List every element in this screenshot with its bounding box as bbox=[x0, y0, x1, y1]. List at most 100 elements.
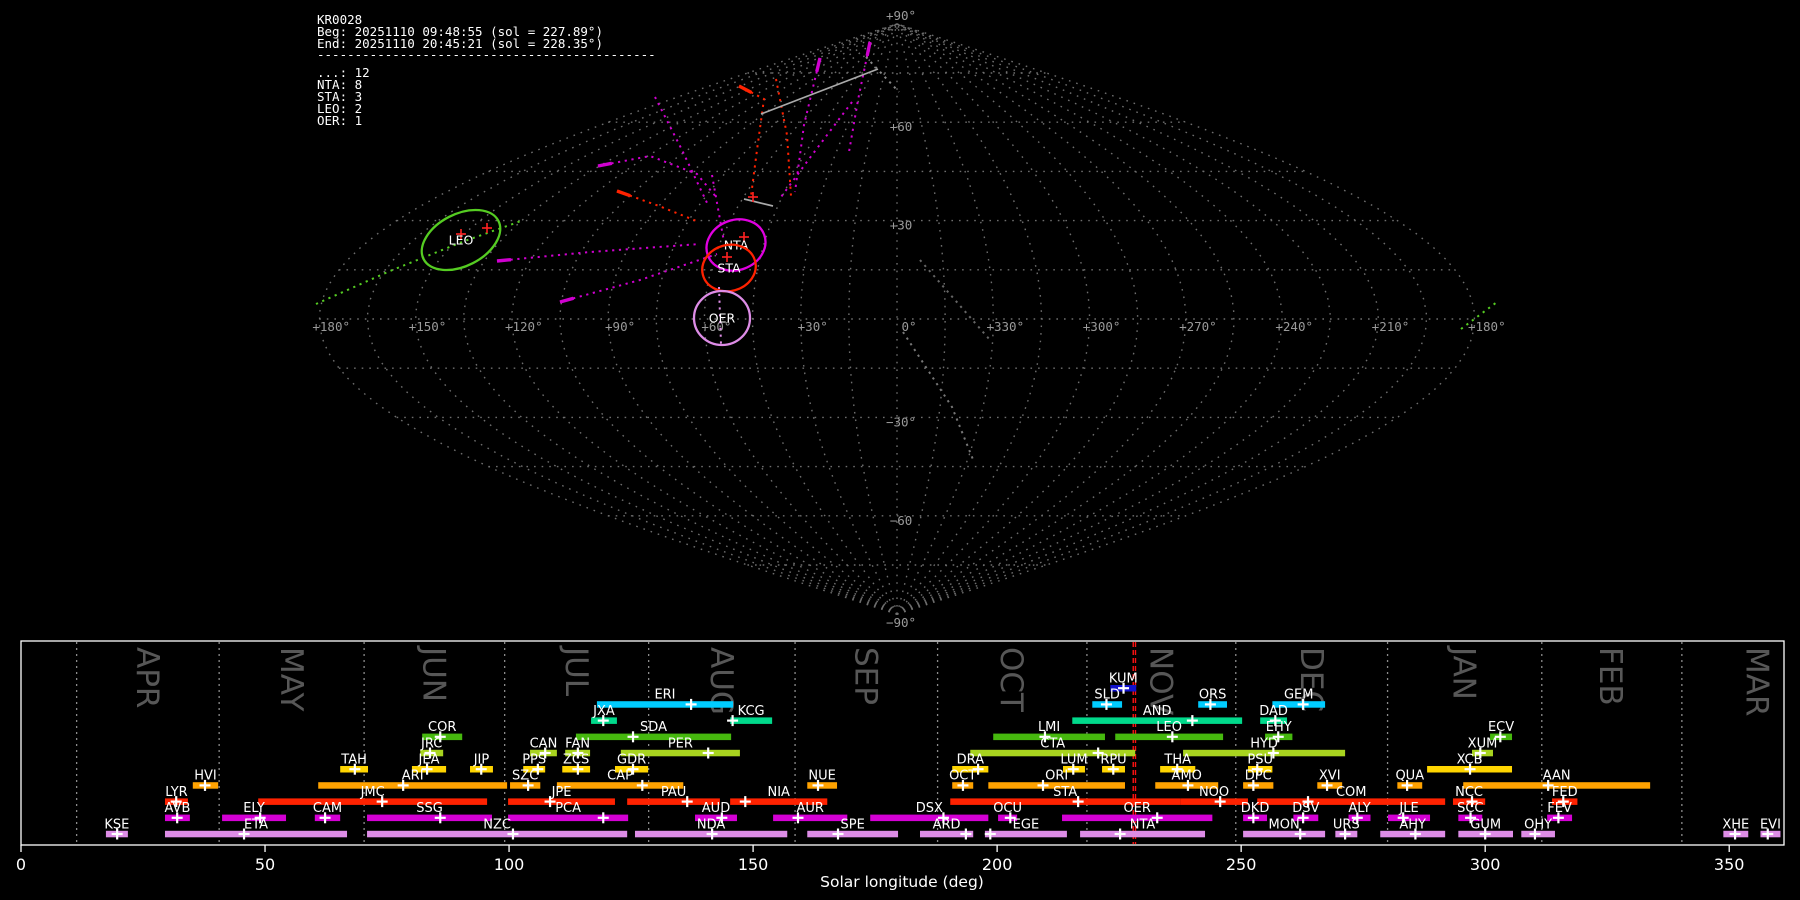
radiant-cross-mark bbox=[482, 223, 492, 233]
peak-marker bbox=[685, 698, 697, 710]
month-label-jul: JUL bbox=[558, 645, 594, 697]
shower-code-label: ARD bbox=[933, 817, 961, 832]
meteor-trail bbox=[559, 253, 718, 303]
shower-code-label: KCG bbox=[738, 704, 765, 719]
latitude-label: −60 bbox=[890, 513, 913, 528]
month-label-jan: JAN bbox=[1446, 645, 1482, 700]
meteor-trail bbox=[902, 331, 975, 463]
shower-code-label: DRA bbox=[957, 753, 985, 768]
radiant-label-leo: LEO bbox=[449, 233, 474, 248]
meteor-radiant-report: +90° +60 +30 −30° −60 −90° +180° +150° +120° +90°… bbox=[0, 0, 1800, 900]
month-label-apr: APR bbox=[129, 647, 165, 708]
shower-activity-xhe: XHE bbox=[1722, 817, 1749, 840]
meteor-trail-head bbox=[559, 296, 574, 304]
scene-canvas: +90° +60 +30 −30° −60 −90° +180° +150° +120° +90°… bbox=[16, 8, 1785, 891]
shower-code-label: CAM bbox=[313, 801, 342, 816]
shower-code-label: AUD bbox=[702, 801, 730, 816]
shower-code-label: SZC bbox=[512, 769, 538, 784]
shower-activity-hvi: HVI bbox=[192, 769, 219, 791]
shower-code-label: ORI bbox=[1045, 769, 1068, 784]
shower-activity-sld: SLD bbox=[1092, 688, 1123, 710]
shower-code-label: SPE bbox=[840, 817, 864, 832]
shower-code-label: COR bbox=[428, 720, 456, 735]
month-label-may: MAY bbox=[273, 647, 309, 712]
shower-code-label: FED bbox=[1552, 785, 1578, 800]
shower-code-label: JPE bbox=[551, 785, 572, 800]
shower-code-label: QUA bbox=[1395, 769, 1424, 784]
ra-label: +210° bbox=[1372, 319, 1410, 334]
shower-code-label: NOO bbox=[1199, 785, 1229, 800]
x-tick-label: 100 bbox=[494, 855, 525, 874]
shower-code-label: EVI bbox=[1760, 817, 1781, 832]
meteor-trail-head bbox=[496, 257, 512, 263]
shower-activity-zcs: ZCS bbox=[562, 753, 591, 775]
shower-code-label: ETA bbox=[244, 817, 268, 832]
month-label-feb: FEB bbox=[1592, 647, 1628, 706]
ra-label: +330° bbox=[986, 319, 1024, 334]
meteor-trail-head bbox=[616, 189, 631, 198]
shower-code-label: NTA bbox=[1130, 817, 1156, 832]
shower-code-label: OER bbox=[1123, 801, 1150, 816]
sky-map: +90° +60 +30 −30° −60 −90° +180° +150° +120° +90°… bbox=[312, 8, 1505, 630]
shower-activity-jip: JIP bbox=[470, 753, 493, 775]
x-tick-label: 200 bbox=[982, 855, 1013, 874]
peak-marker bbox=[739, 796, 751, 808]
ra-label: +90° bbox=[605, 319, 635, 334]
shower-activity-nda: NDA bbox=[634, 817, 788, 840]
shower-activity-dpc: DPC bbox=[1243, 769, 1274, 791]
shower-activity-avb: AVB bbox=[164, 801, 190, 824]
peak-marker bbox=[727, 715, 739, 727]
ra-label: +120° bbox=[505, 319, 543, 334]
latitude-label: +90° bbox=[886, 8, 916, 23]
shower-code-label: DAD bbox=[1259, 704, 1288, 719]
latitude-label: −90° bbox=[886, 615, 916, 630]
x-tick-label: 350 bbox=[1714, 855, 1745, 874]
peak-marker bbox=[960, 828, 972, 840]
ra-label: +240° bbox=[1275, 319, 1313, 334]
shower-code-label: ARI bbox=[402, 769, 424, 784]
radiant-label-sta: STA bbox=[717, 261, 741, 276]
x-tick-label: 300 bbox=[1470, 855, 1501, 874]
shower-code-label: URS bbox=[1333, 817, 1360, 832]
meteor-trail-head bbox=[815, 57, 822, 73]
month-label-sep: SEP bbox=[847, 647, 883, 705]
shower-code-label: ZCS bbox=[563, 753, 589, 768]
shower-code-label: PER bbox=[668, 736, 693, 751]
meteor-trail bbox=[496, 243, 701, 262]
ra-label: +180° bbox=[312, 319, 350, 334]
ra-label: +30° bbox=[798, 319, 828, 334]
shower-activity-ohy: OHY bbox=[1521, 817, 1555, 840]
shower-code-label: AAN bbox=[1543, 769, 1571, 784]
latitude-label: +60 bbox=[890, 119, 913, 134]
latitude-label: −30° bbox=[886, 414, 916, 429]
meteor-trail bbox=[738, 85, 766, 197]
x-tick-label: 0 bbox=[16, 855, 26, 874]
month-label-oct: OCT bbox=[993, 647, 1029, 713]
shower-activity-qua: QUA bbox=[1395, 769, 1424, 791]
shower-code-label: DSX bbox=[916, 801, 943, 816]
shower-code-label: LMI bbox=[1038, 720, 1060, 735]
shower-code-label: EGE bbox=[1013, 817, 1040, 832]
shower-activity-jxa: JXA bbox=[591, 704, 617, 727]
shower-code-label: NCC bbox=[1455, 785, 1483, 800]
shower-code-label: AHY bbox=[1399, 817, 1426, 832]
shower-code-label: AMO bbox=[1172, 769, 1202, 784]
shower-activity-oct: OCT bbox=[949, 769, 976, 791]
grid-meridian bbox=[896, 23, 1428, 615]
shower-activity-dkd: DKD bbox=[1241, 801, 1269, 824]
meteor-trail bbox=[919, 259, 991, 341]
peak-marker bbox=[627, 731, 639, 743]
shower-code-label: SDA bbox=[640, 720, 667, 735]
shower-code-label: PSU bbox=[1247, 753, 1273, 768]
shower-code-label: NZC bbox=[483, 817, 511, 832]
shower-activity-szc: SZC bbox=[510, 769, 541, 791]
shower-activity-kse: KSE bbox=[104, 817, 129, 840]
shower-activity-urs: URS bbox=[1333, 817, 1360, 840]
month-label-mar: MAR bbox=[1739, 647, 1775, 717]
shower-code-label: OHY bbox=[1524, 817, 1552, 832]
shower-activity-cam: CAM bbox=[313, 801, 342, 824]
peak-marker bbox=[1186, 715, 1198, 727]
month-label-jun: JUN bbox=[415, 645, 451, 702]
x-tick-label: 50 bbox=[255, 855, 275, 874]
shower-code-label: OCU bbox=[993, 801, 1022, 816]
